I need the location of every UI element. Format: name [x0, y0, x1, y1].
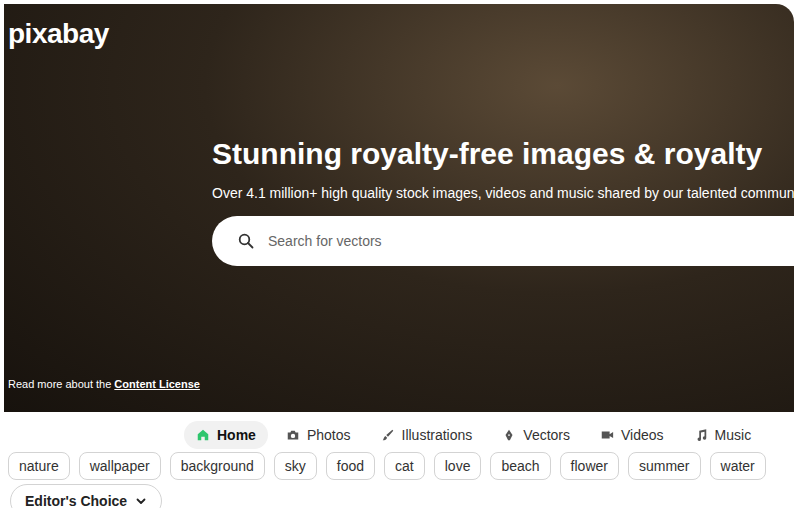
chevron-down-icon — [135, 495, 147, 507]
pixabay-logo[interactable]: pixabay — [8, 18, 109, 49]
search-field[interactable] — [212, 216, 794, 266]
home-icon — [196, 428, 210, 442]
hero-subtitle: Over 4.1 million+ high quality stock ima… — [212, 184, 794, 202]
tag-chip[interactable]: flower — [560, 452, 619, 480]
music-note-icon — [694, 428, 708, 442]
brush-icon — [381, 428, 395, 442]
tag-chip[interactable]: wallpaper — [79, 452, 161, 480]
nav-tab[interactable]: Home — [184, 421, 268, 449]
tag-chip[interactable]: love — [434, 452, 482, 480]
search-input[interactable] — [266, 232, 794, 250]
search-icon — [238, 233, 254, 249]
media-nav: HomePhotosIllustrationsVectorsVideosMusi… — [0, 412, 798, 452]
tag-chip[interactable]: background — [170, 452, 265, 480]
tag-chip[interactable]: beach — [490, 452, 550, 480]
nav-tab[interactable]: Illustrations — [369, 421, 485, 449]
tag-chip[interactable]: food — [326, 452, 375, 480]
page: pixabay Stunning royalty-free images & ro… — [0, 0, 798, 508]
tag-chip[interactable]: nature — [8, 452, 70, 480]
nav-tab[interactable]: Photos — [274, 421, 363, 449]
editors-choice-dropdown[interactable]: Editor's Choice — [10, 484, 162, 508]
tag-chip[interactable]: summer — [628, 452, 701, 480]
content-license-link[interactable]: Content License — [114, 378, 200, 390]
nav-tab[interactable]: Videos — [588, 421, 676, 449]
hero-banner: pixabay Stunning royalty-free images & ro… — [4, 4, 794, 412]
tag-chip[interactable]: water — [710, 452, 766, 480]
tag-chip[interactable]: cat — [384, 452, 425, 480]
nav-tab[interactable]: Vectors — [490, 421, 582, 449]
video-camera-icon — [600, 428, 614, 442]
hero-headline: Stunning royalty-free images & royalty — [212, 136, 794, 172]
license-note: Read more about theContent License — [4, 378, 794, 412]
camera-icon — [286, 428, 300, 442]
nav-tab[interactable]: Music — [682, 421, 764, 449]
tag-list: nature wallpaper background skyfoodcatloveb… — [0, 452, 798, 480]
pen-nib-icon — [502, 428, 516, 442]
tag-chip[interactable]: sky — [274, 452, 317, 480]
